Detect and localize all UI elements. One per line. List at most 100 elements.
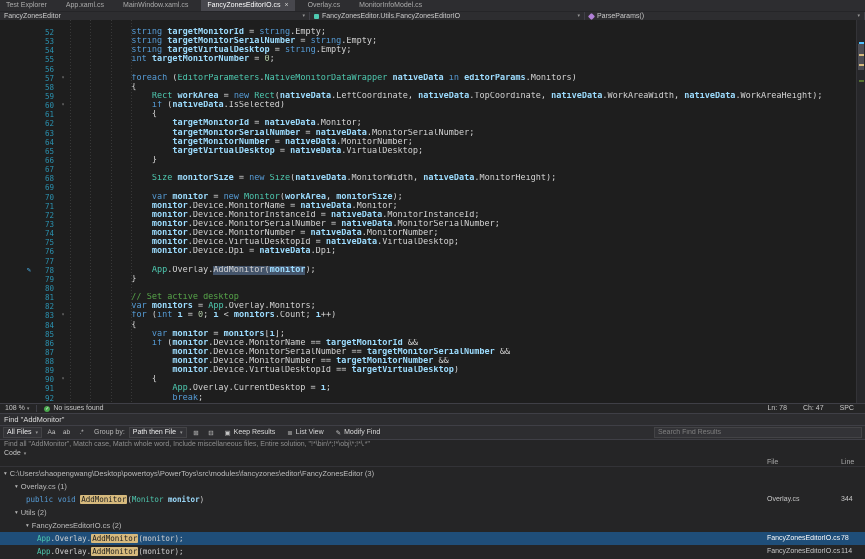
code-line-79[interactable]: 79 }: [0, 275, 856, 284]
scope-dropdown[interactable]: All Files ▾: [3, 427, 42, 438]
result-row[interactable]: App.Overlay.AddMonitor(monitor);FancyZon…: [0, 532, 865, 545]
code-line-56[interactable]: 56: [0, 65, 856, 74]
expand-all-icon[interactable]: ⊞: [191, 427, 202, 438]
gutter-margin[interactable]: [0, 74, 34, 83]
gutter-margin[interactable]: [0, 119, 34, 128]
code-line-53[interactable]: 53 string targetMonitorSerialNumber = st…: [0, 37, 856, 46]
gutter-margin[interactable]: [0, 147, 34, 156]
gutter-margin[interactable]: [0, 284, 34, 293]
gutter-margin[interactable]: [0, 65, 34, 74]
gutter-margin[interactable]: [0, 211, 34, 220]
gutter-margin[interactable]: [0, 339, 34, 348]
gutter-margin[interactable]: [0, 92, 34, 101]
match-case-icon[interactable]: Aa: [46, 427, 57, 438]
gutter-margin[interactable]: ✎: [0, 266, 34, 275]
gutter-margin[interactable]: [0, 293, 34, 302]
code-line-62[interactable]: 62 targetMonitorId = nativeData.Monitor;: [0, 119, 856, 128]
code-line-52[interactable]: 52 string targetMonitorId = string.Empty…: [0, 28, 856, 37]
code-line-59[interactable]: 59 Rect workArea = new Rect(nativeData.L…: [0, 92, 856, 101]
result-row[interactable]: public void AddMonitor(Monitor monitor)O…: [0, 493, 865, 506]
code-line-74[interactable]: 74 monitor.Device.MonitorNumber = native…: [0, 229, 856, 238]
gutter-margin[interactable]: [0, 46, 34, 55]
gutter-margin[interactable]: [0, 275, 34, 284]
code-line-76[interactable]: 76 monitor.Device.Dpi = nativeData.Dpi;: [0, 247, 856, 256]
search-find-results-input[interactable]: [654, 427, 862, 438]
gutter-margin[interactable]: [0, 101, 34, 110]
project-dropdown[interactable]: FancyZonesEditor ▾: [0, 12, 310, 20]
gutter-margin[interactable]: [0, 330, 34, 339]
code-line-83[interactable]: 83▾ for (int i = 0; i < monitors.Count; …: [0, 311, 856, 320]
code-line-86[interactable]: 86 if (monitor.Device.MonitorName == tar…: [0, 339, 856, 348]
code-line-67[interactable]: 67: [0, 165, 856, 174]
zoom-dropdown[interactable]: 108 % ▾: [5, 405, 29, 412]
code-line-90[interactable]: 90▾ {: [0, 375, 856, 384]
gutter-margin[interactable]: [0, 220, 34, 229]
gutter-margin[interactable]: [0, 174, 34, 183]
code-line-91[interactable]: 91 App.Overlay.CurrentDesktop = i;: [0, 384, 856, 393]
list-view-button[interactable]: ≣ List View: [283, 427, 327, 438]
code-line-71[interactable]: 71 monitor.Device.MonitorName = nativeDa…: [0, 202, 856, 211]
gutter-margin[interactable]: [0, 138, 34, 147]
code-line-70[interactable]: 70 var monitor = new Monitor(workArea, m…: [0, 193, 856, 202]
result-group-row[interactable]: ▾C:\Users\shaopengwang\Desktop\powertoys…: [0, 467, 865, 480]
fold-chevron-icon[interactable]: ▾: [56, 74, 70, 83]
use-regex-icon[interactable]: .*: [76, 427, 87, 438]
code-line-80[interactable]: 80: [0, 284, 856, 293]
gutter-margin[interactable]: [0, 394, 34, 403]
code-line-72[interactable]: 72 monitor.Device.MonitorInstanceId = na…: [0, 211, 856, 220]
gutter-margin[interactable]: [0, 165, 34, 174]
fold-chevron-icon[interactable]: ▾: [56, 311, 70, 320]
code-line-64[interactable]: 64 targetMonitorNumber = nativeData.Moni…: [0, 138, 856, 147]
code-line-88[interactable]: 88 monitor.Device.MonitorNumber == targe…: [0, 357, 856, 366]
code-line-61[interactable]: 61 {: [0, 110, 856, 119]
code-line-82[interactable]: 82 var monitors = App.Overlay.Monitors;: [0, 302, 856, 311]
gutter-margin[interactable]: [0, 37, 34, 46]
code-line-66[interactable]: 66 }: [0, 156, 856, 165]
expander-icon[interactable]: ▾: [4, 471, 7, 477]
expander-icon[interactable]: ▾: [15, 484, 18, 490]
results-column-header[interactable]: File Line: [0, 458, 865, 467]
code-line-58[interactable]: 58 {: [0, 83, 856, 92]
type-dropdown[interactable]: FancyZonesEditor.Utils.FancyZonesEditorI…: [310, 12, 585, 20]
gutter-margin[interactable]: [0, 110, 34, 119]
code-editor[interactable]: 52 string targetMonitorId = string.Empty…: [0, 20, 865, 403]
code-line-89[interactable]: 89 monitor.Device.VirtualDesktopId == ta…: [0, 366, 856, 375]
code-line-81[interactable]: 81 // Set active desktop: [0, 293, 856, 302]
code-line-54[interactable]: 54 string targetVirtualDesktop = string.…: [0, 46, 856, 55]
scrollbar-thumb[interactable]: [858, 44, 864, 70]
close-icon[interactable]: ×: [284, 2, 288, 9]
code-line-55[interactable]: 55 int targetMonitorNumber = 0;: [0, 55, 856, 64]
keep-results-button[interactable]: ▣ Keep Results: [221, 427, 280, 438]
spaces-indicator[interactable]: SPC: [840, 405, 854, 412]
code-line-68[interactable]: 68 Size monitorSize = new Size(nativeDat…: [0, 174, 856, 183]
result-group-row[interactable]: ▾Overlay.cs (1): [0, 480, 865, 493]
gutter-margin[interactable]: [0, 202, 34, 211]
gutter-margin[interactable]: [0, 238, 34, 247]
document-health[interactable]: ✓ No issues found: [44, 405, 103, 412]
gutter-margin[interactable]: [0, 183, 34, 192]
gutter-margin[interactable]: [0, 247, 34, 256]
gutter-margin[interactable]: [0, 129, 34, 138]
group-by-dropdown[interactable]: Path then File ▾: [129, 427, 187, 438]
code-line-92[interactable]: 92 break;: [0, 394, 856, 403]
edit-pencil-icon[interactable]: ✎: [27, 266, 31, 275]
gutter-margin[interactable]: [0, 348, 34, 357]
code-line-77[interactable]: 77: [0, 257, 856, 266]
code-line-75[interactable]: 75 monitor.Device.VirtualDesktopId = nat…: [0, 238, 856, 247]
gutter-margin[interactable]: [0, 156, 34, 165]
expander-icon[interactable]: ▾: [15, 510, 18, 516]
tab-mainwindow-xaml-cs[interactable]: MainWindow.xaml.cs: [117, 0, 194, 11]
result-group-row[interactable]: ▾Utils (2): [0, 506, 865, 519]
match-whole-word-icon[interactable]: ab: [61, 427, 72, 438]
code-line-85[interactable]: 85 var monitor = monitors[i];: [0, 330, 856, 339]
tab-test-explorer[interactable]: Test Explorer: [0, 0, 53, 11]
code-line-87[interactable]: 87 monitor.Device.MonitorSerialNumber ==…: [0, 348, 856, 357]
gutter-margin[interactable]: [0, 366, 34, 375]
gutter-margin[interactable]: [0, 311, 34, 320]
gutter-margin[interactable]: [0, 302, 34, 311]
modify-find-button[interactable]: ✎ Modify Find: [332, 427, 385, 438]
gutter-margin[interactable]: [0, 384, 34, 393]
tab-monitorinfomodel-cs[interactable]: MonitorInfoModel.cs: [353, 0, 428, 11]
tab-overlay-cs[interactable]: Overlay.cs: [302, 0, 347, 11]
column-header-line[interactable]: Line: [841, 459, 865, 466]
